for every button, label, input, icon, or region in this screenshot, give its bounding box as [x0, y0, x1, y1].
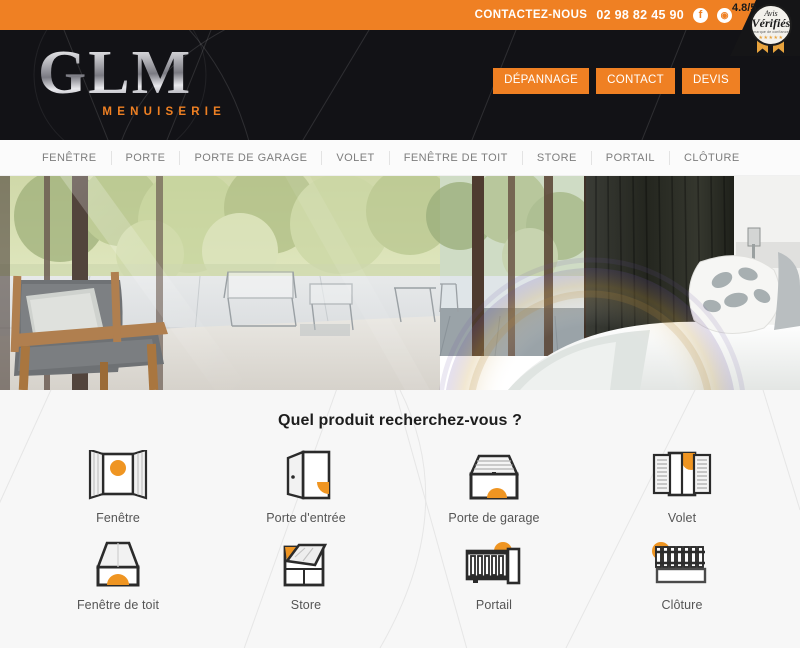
top-contact-bar: CONTACTEZ-NOUS 02 98 82 45 90 f ◉ — [0, 0, 800, 30]
fence-icon — [649, 531, 715, 589]
product-selector-section: Quel produit recherchez-vous ? Fenêtre P… — [0, 390, 800, 648]
product-item-fenetre[interactable]: Fenêtre — [24, 444, 212, 525]
hero-image — [0, 176, 800, 390]
header-action-buttons: DÉPANNAGE CONTACT DEVIS — [493, 68, 740, 94]
product-item-porte-garage[interactable]: Porte de garage — [400, 444, 588, 525]
product-grid: Fenêtre Porte d'entrée Porte de garage V… — [0, 444, 800, 612]
page-root: CONTACTEZ-NOUS 02 98 82 45 90 f ◉ 4.8/5 … — [0, 0, 800, 648]
product-item-portail[interactable]: Portail — [400, 531, 588, 612]
badge-stars-icon: ★★★★★ — [758, 34, 784, 41]
nav-item-cloture[interactable]: CLÔTURE — [670, 151, 754, 165]
nav-item-fenetre[interactable]: FENÊTRE — [28, 150, 112, 165]
window-icon — [87, 444, 149, 502]
contact-label: CONTACTEZ-NOUS — [474, 9, 588, 21]
front-door-icon — [275, 444, 337, 502]
badge-circle: Avis Vérifiés marque de confiance ★★★★★ — [750, 4, 792, 46]
contact-button[interactable]: CONTACT — [596, 68, 675, 94]
roof-window-icon — [87, 531, 149, 589]
nav-item-store[interactable]: STORE — [523, 150, 592, 165]
logo-subtitle: MENUISERIE — [102, 106, 226, 118]
page-title: Quel produit recherchez-vous ? — [278, 412, 522, 429]
nav-item-fenetre-de-toit[interactable]: FENÊTRE DE TOIT — [390, 150, 523, 165]
top-contact-group: CONTACTEZ-NOUS 02 98 82 45 90 f ◉ — [474, 7, 732, 23]
main-navigation: FENÊTRE PORTE PORTE DE GARAGE VOLET FENÊ… — [0, 140, 800, 176]
product-label-fenetre-toit: Fenêtre de toit — [76, 598, 160, 612]
nav-item-portail[interactable]: PORTAIL — [592, 150, 670, 165]
badge-line2: Vérifiés — [751, 15, 791, 30]
product-item-cloture[interactable]: Clôture — [588, 531, 776, 612]
facebook-icon[interactable]: f — [693, 7, 708, 23]
product-item-fenetre-toit[interactable]: Fenêtre de toit — [24, 531, 212, 612]
devis-button[interactable]: DEVIS — [681, 68, 740, 94]
product-label-store: Store — [290, 598, 322, 612]
site-header: GLM MENUISERIE DÉPANNAGE CONTACT DEVIS — [0, 30, 800, 140]
depannage-button[interactable]: DÉPANNAGE — [493, 68, 590, 94]
badge-caption: marque de confiance — [753, 29, 789, 34]
nav-item-volet[interactable]: VOLET — [322, 150, 390, 165]
product-label-porte-entree: Porte d'entrée — [266, 511, 346, 525]
product-item-store[interactable]: Store — [212, 531, 400, 612]
logo-text: GLM — [38, 42, 228, 104]
product-label-fenetre: Fenêtre — [96, 511, 140, 525]
product-item-porte-entree[interactable]: Porte d'entrée — [212, 444, 400, 525]
product-label-portail: Portail — [475, 598, 513, 612]
gate-icon — [461, 531, 527, 589]
product-item-volet[interactable]: Volet — [588, 444, 776, 525]
product-label-volet: Volet — [667, 511, 697, 525]
awning-icon — [275, 531, 337, 589]
shutter-icon — [650, 444, 714, 502]
nav-item-porte-de-garage[interactable]: PORTE DE GARAGE — [180, 150, 323, 165]
product-label-porte-garage: Porte de garage — [448, 511, 540, 525]
site-logo[interactable]: GLM MENUISERIE — [38, 42, 228, 118]
nav-item-porte[interactable]: PORTE — [112, 150, 181, 165]
garage-door-icon — [461, 444, 527, 502]
phone-number[interactable]: 02 98 82 45 90 — [596, 8, 684, 22]
rating-badge[interactable]: 4.8/5 Avis Vérifiés marque de confiance … — [730, 0, 800, 56]
avis-verifies-medal: Avis Vérifiés marque de confiance ★★★★★ — [748, 4, 794, 53]
product-label-cloture: Clôture — [661, 598, 703, 612]
